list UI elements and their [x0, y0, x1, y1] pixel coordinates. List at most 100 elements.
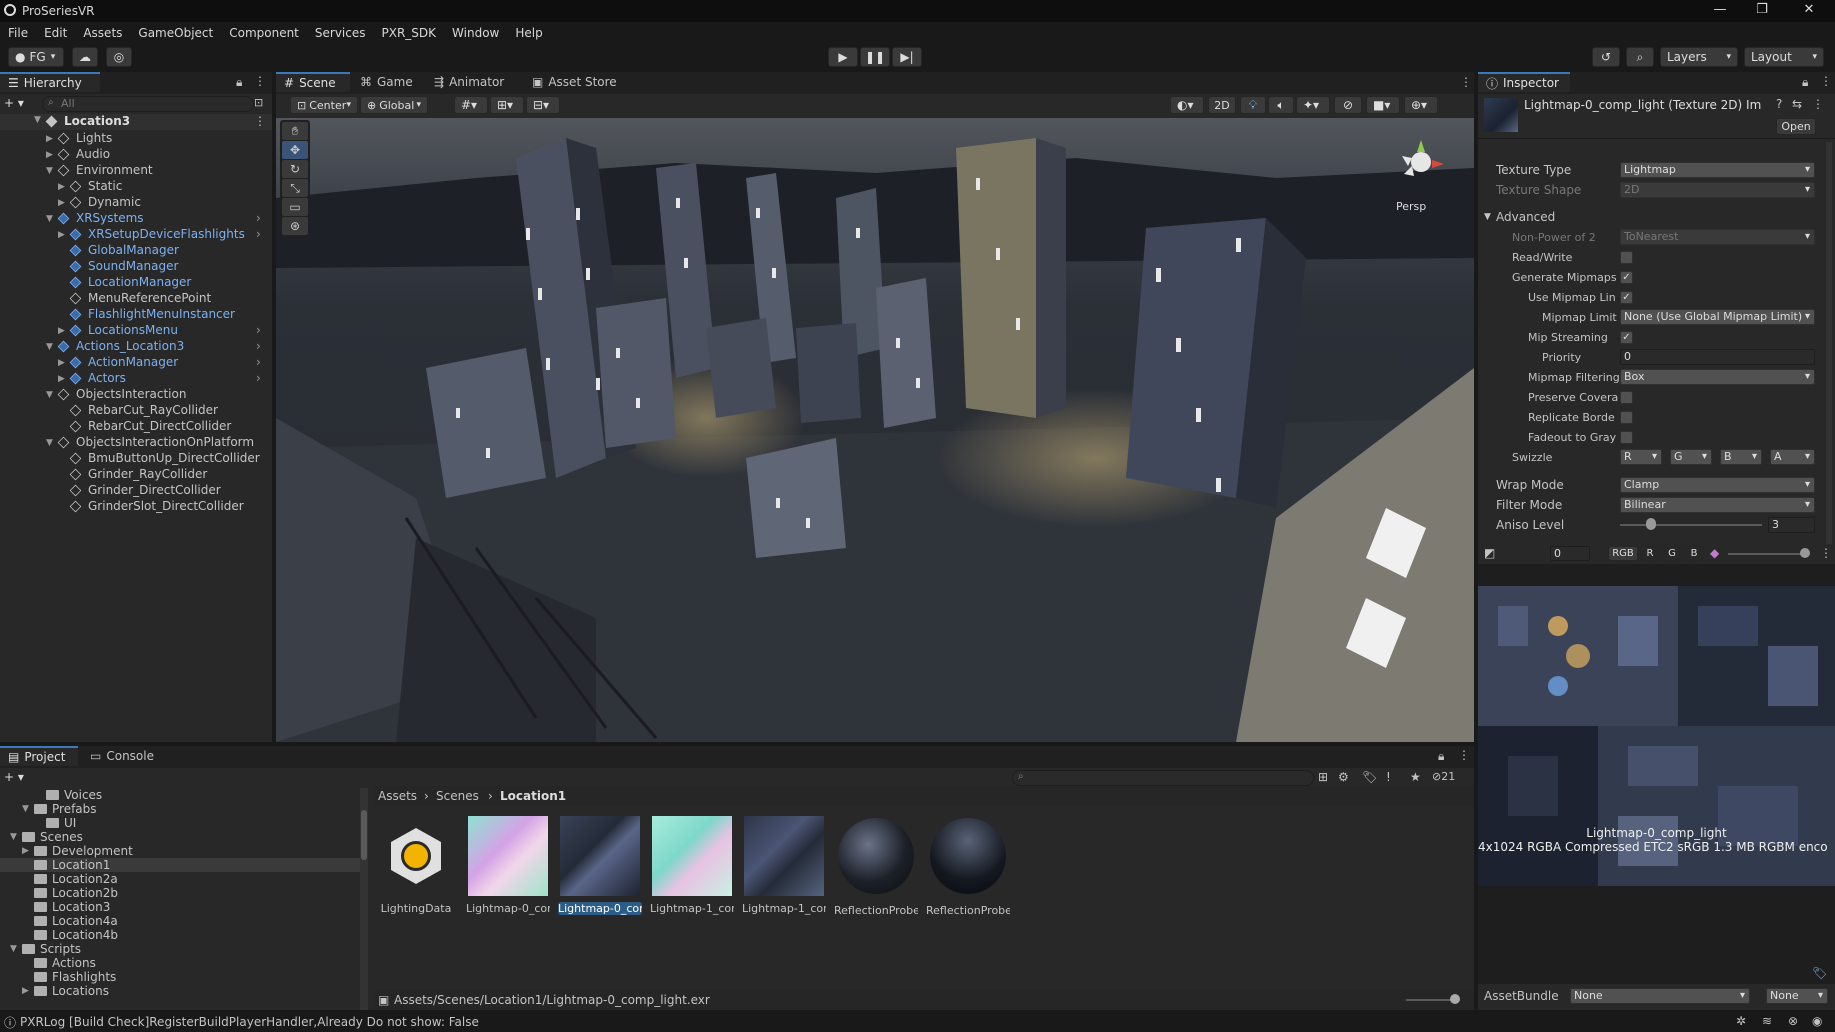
open-prefab-icon[interactable]: › [256, 354, 261, 370]
label-filter-icon[interactable]: 🏷︎ [1362, 770, 1377, 784]
open-prefab-icon[interactable]: › [256, 370, 261, 386]
menu-gameobject[interactable]: GameObject [138, 26, 213, 40]
breadcrumb-scenes[interactable]: Scenes [436, 789, 479, 803]
scene-root-row[interactable]: ▼ Location3 ⋮ [0, 114, 272, 130]
maximize-icon[interactable]: ❐ [1742, 2, 1782, 17]
texture-type-dropdown[interactable]: Lightmap [1620, 162, 1815, 178]
swizzle-a-dropdown[interactable]: A [1770, 449, 1815, 465]
tab-project[interactable]: ▤ Project [0, 746, 78, 766]
thumbnail-size-slider[interactable] [1406, 999, 1456, 1001]
lock-icon[interactable]: 🔒︎ [1802, 75, 1808, 90]
assetbundle-dropdown[interactable]: None [1570, 988, 1750, 1004]
folder-item[interactable]: Flashlights [0, 970, 360, 984]
exposure-slider[interactable] [1728, 553, 1808, 555]
hierarchy-item[interactable]: ▼ Environment [0, 162, 272, 178]
project-search-input[interactable]: ⌕ [1012, 770, 1314, 786]
expand-arrow-icon[interactable]: ▼ [34, 115, 46, 125]
hierarchy-item[interactable]: Grinder_RayCollider [0, 466, 272, 482]
open-prefab-icon[interactable]: › [256, 210, 261, 226]
grid-visibility-button[interactable]: #▾ [454, 96, 488, 114]
scene-viewport[interactable]: ✋︎ ✥ ↻ ⤡ ▭ ⊛ Persp [276, 118, 1474, 742]
lock-icon[interactable]: 🔒︎ [236, 75, 242, 90]
tab-asset-store[interactable]: ▣ Asset Store [524, 72, 625, 92]
scene-visibility-icon[interactable]: ⊡ [254, 96, 263, 109]
status-message[interactable]: PXRLog [Build Check]RegisterBuildPlayerH… [20, 1015, 479, 1029]
scene-menu-icon[interactable]: ⋮ [254, 114, 266, 128]
progress-icon[interactable]: ≋ [1762, 1014, 1772, 1028]
add-button[interactable]: + ▾ [4, 96, 34, 112]
more-options-icon[interactable]: ⋮ [1460, 75, 1472, 89]
folder-item[interactable]: ▶ Development [0, 844, 360, 858]
folder-item[interactable]: Voices [0, 788, 360, 802]
folder-item[interactable]: ▼ Prefabs [0, 802, 360, 816]
layout-dropdown[interactable]: Layout ▾ [1744, 47, 1824, 67]
expand-arrow-icon[interactable]: ▶ [58, 179, 70, 195]
close-icon[interactable]: ✕ [1789, 2, 1829, 17]
asset-item[interactable]: Lightmap-0_com... [466, 816, 550, 915]
hidden-packages-icon[interactable]: ⊘21 [1432, 770, 1455, 783]
breadcrumb-location1[interactable]: Location1 [500, 789, 566, 803]
expand-arrow-icon[interactable]: ▼ [46, 339, 58, 355]
collab-button[interactable]: ◎ [106, 47, 132, 67]
expand-arrow-icon[interactable]: ▼ [46, 435, 58, 451]
expand-arrow-icon[interactable]: ▶ [22, 844, 34, 858]
hierarchy-item[interactable]: LocationManager [0, 274, 272, 290]
expand-arrow-icon[interactable]: ▼ [46, 387, 58, 403]
mip-streaming-checkbox[interactable]: ✓ [1620, 331, 1633, 344]
asset-item[interactable]: ReflectionProbe-0 [834, 816, 918, 917]
folder-item[interactable]: ▼ Scripts [0, 942, 360, 956]
tab-scene[interactable]: # Scene [276, 72, 350, 92]
search-by-type-icon[interactable]: ⊞ [1318, 770, 1328, 784]
expand-arrow-icon[interactable]: ▶ [22, 984, 34, 998]
expand-arrow-icon[interactable]: ▶ [58, 371, 70, 387]
open-prefab-icon[interactable]: › [256, 226, 261, 242]
undo-history-button[interactable]: ↺ [1592, 47, 1620, 67]
swizzle-r-dropdown[interactable]: R [1620, 449, 1662, 465]
channel-r-button[interactable]: R [1640, 546, 1660, 561]
filter-mode-dropdown[interactable]: Bilinear [1620, 497, 1815, 513]
asset-item[interactable]: ReflectionProbe-1 [926, 816, 1010, 917]
network-icon[interactable]: ⊗ [1788, 1014, 1798, 1028]
folder-item[interactable]: ▶ Locations [0, 984, 360, 998]
hierarchy-item[interactable]: ▼ Actions_Location3 › [0, 338, 272, 354]
swizzle-g-dropdown[interactable]: G [1670, 449, 1712, 465]
priority-field[interactable]: 0 [1620, 349, 1815, 365]
menu-help[interactable]: Help [515, 26, 542, 40]
audio-toggle-button[interactable]: 🔈︎ [1268, 96, 1294, 114]
mip-level-field[interactable]: 0 [1550, 546, 1590, 561]
hierarchy-item[interactable]: BmuButtonUp_DirectCollider [0, 450, 272, 466]
folder-item[interactable]: Actions [0, 956, 360, 970]
auto-generate-icon[interactable]: ◉ [1812, 1014, 1822, 1028]
expand-arrow-icon[interactable]: ▼ [10, 830, 22, 844]
assetbundle-variant-dropdown[interactable]: None [1766, 988, 1828, 1004]
foldout-arrow-icon[interactable]: ▼ [1484, 209, 1491, 226]
hierarchy-item[interactable]: MenuReferencePoint [0, 290, 272, 306]
preset-icon[interactable]: ⇆ [1792, 97, 1802, 111]
read-write-checkbox[interactable] [1620, 251, 1633, 264]
increment-snap-button[interactable]: ⊟▾ [526, 96, 560, 114]
menu-component[interactable]: Component [229, 26, 299, 40]
hierarchy-item[interactable]: GlobalManager [0, 242, 272, 258]
channel-rgb-button[interactable]: RGB [1608, 546, 1638, 561]
search-button[interactable]: ⌕ [1626, 47, 1654, 67]
exposure-slider-thumb[interactable] [1800, 548, 1810, 558]
hierarchy-item[interactable]: ▶ ActionManager › [0, 354, 272, 370]
more-options-icon[interactable]: ⋮ [1820, 74, 1832, 88]
draw-mode-button[interactable]: ◐▾ [1170, 96, 1204, 114]
lock-icon[interactable]: 🔒︎ [1438, 749, 1444, 764]
hidden-objects-button[interactable]: ⊘ [1334, 96, 1362, 114]
menu-pxr-sdk[interactable]: PXR_SDK [382, 26, 437, 40]
aniso-slider-thumb[interactable] [1646, 518, 1656, 530]
label-tag-icon[interactable]: 🏷︎ [1812, 966, 1827, 980]
expand-arrow-icon[interactable]: ▼ [10, 942, 22, 956]
open-prefab-icon[interactable]: › [256, 322, 261, 338]
hierarchy-item[interactable]: ▼ ObjectsInteractionOnPlatform [0, 434, 272, 450]
tab-hierarchy[interactable]: ☰ Hierarchy [0, 72, 100, 92]
space-dropdown[interactable]: ⊕ Global ▾ [360, 96, 428, 114]
breadcrumb-assets[interactable]: Assets [378, 789, 417, 803]
hierarchy-item[interactable]: ▶ XRSetupDeviceFlashlights › [0, 226, 272, 242]
transform-tool-icon[interactable]: ⊛ [282, 217, 308, 235]
menu-services[interactable]: Services [315, 26, 366, 40]
menu-window[interactable]: Window [452, 26, 499, 40]
thumbnail-size-thumb[interactable] [1450, 994, 1460, 1004]
